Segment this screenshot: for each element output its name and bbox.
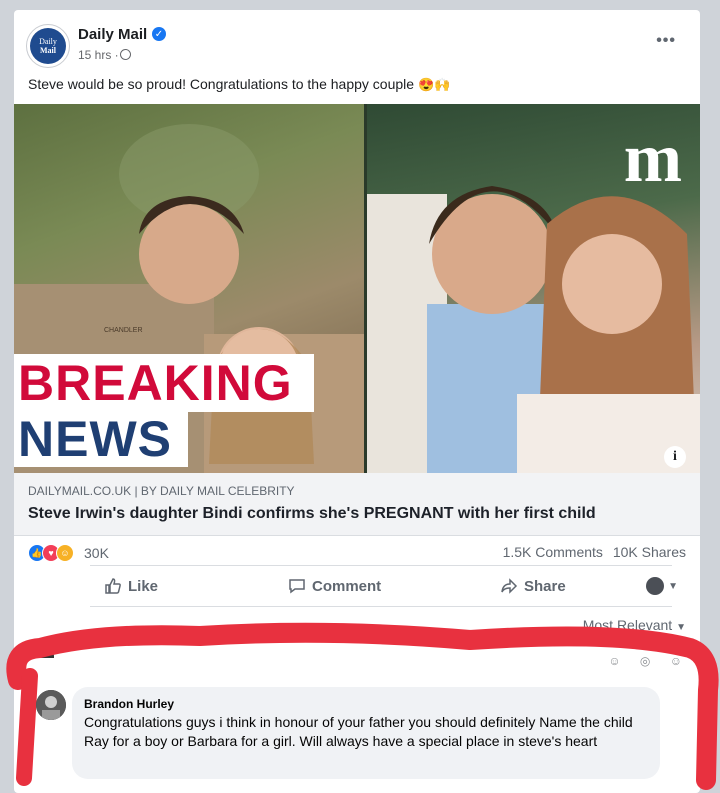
post-card: Daily Mail Daily Mail ✓ 15 hrs · ••• Ste… (14, 10, 700, 793)
post-timestamp[interactable]: 15 hrs · (78, 48, 119, 62)
more-options-icon[interactable]: ••• (656, 32, 676, 50)
like-button[interactable]: Like (104, 577, 158, 595)
comment-label: Comment (312, 577, 382, 595)
commenter-avatar[interactable] (36, 690, 66, 720)
reaction-count: 30K (84, 545, 109, 561)
thumbs-up-icon (105, 578, 121, 594)
sort-label: Most Relevant (582, 617, 673, 633)
brand-mark: m (623, 120, 682, 197)
care-reaction-icon: ☺ (56, 544, 74, 562)
verified-icon: ✓ (152, 27, 166, 41)
page-avatar[interactable]: Daily Mail (26, 24, 70, 68)
globe-icon (120, 49, 131, 60)
engagement-stats: 1.5K Comments 10K Shares (503, 544, 686, 560)
shares-count[interactable]: 10K Shares (613, 544, 686, 560)
comment-sort[interactable]: Most Relevant ▼ (583, 617, 686, 633)
divider (90, 565, 672, 566)
comment-icon (289, 579, 305, 594)
daily-mail-logo: Daily Mail (30, 28, 66, 64)
avatar-image (36, 690, 66, 720)
share-button[interactable]: Share (500, 577, 566, 595)
link-domain: DAILYMAIL.CO.UK | BY DAILY MAIL CELEBRIT… (28, 484, 295, 498)
breaking-banner: BREAKING (14, 354, 314, 412)
comments-count[interactable]: 1.5K Comments (503, 544, 603, 560)
caption-emoji: 😍🙌 (417, 77, 451, 92)
news-banner: NEWS (14, 412, 188, 467)
share-icon (501, 578, 518, 594)
comment-button[interactable]: Comment (288, 577, 381, 595)
chevron-down-icon: ▼ (668, 580, 678, 592)
chevron-down-icon: ▼ (676, 622, 686, 633)
info-icon[interactable]: i (664, 446, 686, 468)
avatar (646, 577, 665, 595)
link-title[interactable]: Steve Irwin's daughter Bindi confirms sh… (28, 505, 596, 523)
post-text: Steve would be so proud! Congratulations… (28, 76, 450, 93)
comment-bubble: Brandon Hurley Congratulations guys i th… (72, 687, 660, 779)
comment-input-icons: ☺ ◎ ☺ (608, 654, 690, 668)
reaction-summary[interactable]: 👍 ♥ ☺ 30K (28, 544, 109, 562)
comment-author[interactable]: Brandon Hurley (84, 697, 648, 711)
like-label: Like (128, 577, 159, 595)
link-image[interactable]: CHANDLER m BREAKING NEWS i (14, 104, 700, 473)
audience-selector[interactable]: ▼ (646, 577, 678, 595)
share-label: Share (524, 577, 566, 595)
page-name[interactable]: Daily Mail (78, 26, 147, 43)
shirt-label: CHANDLER (104, 327, 143, 334)
link-preview[interactable]: DAILYMAIL.CO.UK | BY DAILY MAIL CELEBRIT… (14, 473, 700, 536)
post-caption: Steve would be so proud! Congratulations… (28, 76, 415, 92)
comment-text: Congratulations guys i think in honour o… (84, 714, 633, 749)
divider (90, 606, 672, 607)
